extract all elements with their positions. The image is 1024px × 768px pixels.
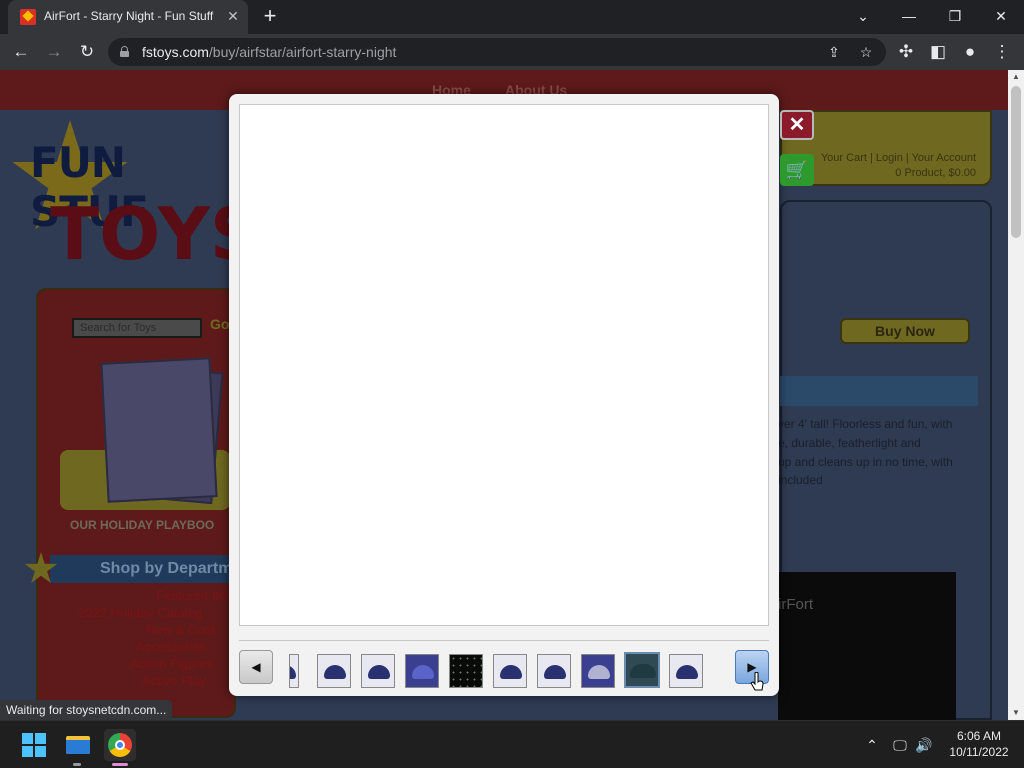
tab-close-button[interactable]: ✕ [224, 7, 242, 25]
mouse-cursor-icon [750, 672, 764, 691]
tab-search-icon[interactable]: ⌄ [846, 4, 880, 28]
cart-count: 0 Product, $0.00 [895, 167, 976, 179]
address-bar[interactable]: fstoys.com/buy/airfstar/airfort-starry-n… [108, 38, 886, 66]
lightbox-close-button[interactable]: ✕ [780, 110, 814, 140]
url-host: fstoys.com [142, 44, 209, 60]
loading-status: Waiting for stoysnetcdn.com... [0, 700, 173, 720]
volume-icon[interactable]: 🔊 [914, 735, 934, 755]
lightbox-prev-button[interactable]: ◀ [239, 650, 273, 684]
url-text[interactable]: fstoys.com/buy/airfstar/airfort-starry-n… [142, 44, 396, 60]
scroll-up-icon[interactable]: ▲ [1008, 70, 1024, 84]
minimize-button[interactable]: — [892, 4, 926, 28]
reload-button[interactable]: ↻ [75, 40, 99, 64]
window-close-button[interactable]: ✕ [984, 4, 1018, 28]
share-icon[interactable]: ⇪ [824, 42, 844, 62]
thumbnail[interactable] [361, 654, 395, 688]
profile-icon[interactable]: ● [958, 40, 982, 64]
page-scrollbar[interactable]: ▲ ▼ [1008, 70, 1024, 720]
file-explorer-icon[interactable] [62, 729, 94, 761]
chrome-icon[interactable] [104, 729, 136, 761]
thumbnail[interactable] [405, 654, 439, 688]
thumbnail[interactable] [449, 654, 483, 688]
site-search-input[interactable]: Search for Toys [72, 318, 202, 338]
browser-toolbar: ← → ↻ fstoys.com/buy/airfstar/airfort-st… [0, 34, 1024, 70]
lightbox-divider [239, 640, 769, 641]
thumbnail[interactable] [669, 654, 703, 688]
description-line: up and cleans up in no time, with [778, 455, 953, 469]
tray-overflow-icon[interactable]: ⌃ [862, 735, 882, 755]
lock-icon[interactable] [120, 46, 129, 57]
thumbnail-strip [289, 652, 729, 688]
cart-icon[interactable]: 🛒 [780, 154, 814, 186]
product-tab-bar [780, 376, 978, 406]
explorer-running-indicator [73, 763, 81, 766]
buy-now-button[interactable]: Buy Now [840, 318, 970, 344]
scroll-down-icon[interactable]: ▼ [1008, 706, 1024, 720]
dept-item[interactable]: Accessories [136, 639, 206, 654]
description-line: e, durable, featherlight and [778, 436, 921, 450]
forward-button[interactable]: → [42, 40, 66, 64]
network-icon[interactable]: 🖵 [890, 735, 910, 755]
dept-heading: Shop by Departm [100, 560, 233, 577]
thumbnail[interactable] [317, 654, 351, 688]
site-favicon-icon [20, 9, 36, 25]
scroll-thumb[interactable] [1011, 86, 1021, 238]
dept-item[interactable]: Action Figures [130, 656, 213, 671]
side-panel: Search for Toys Go OUR HOLIDAY PLAYBOO S… [24, 288, 250, 718]
description-line: ver 4' tall! Floorless and fun, with [778, 417, 953, 431]
description-line: included [778, 473, 823, 487]
tab-title: AirFort - Starry Night - Fun Stuff [44, 9, 214, 23]
playbook-image[interactable] [100, 357, 218, 503]
windows-start-icon[interactable] [18, 729, 50, 761]
dept-item[interactable]: New & Cool [146, 622, 215, 637]
site-logo[interactable]: FUN STUF TOYS [10, 110, 262, 280]
taskbar: ⌃ 🖵 🔊 6:06 AM 10/11/2022 [0, 720, 1024, 768]
thumbnail[interactable] [289, 654, 299, 688]
page-viewport: Home About Us FUN STUF TOYS Search for T… [0, 70, 1008, 720]
dept-item[interactable]: Active Play [142, 673, 206, 688]
lightbox-image-area[interactable] [239, 104, 769, 626]
dept-item[interactable]: 2022 Holiday Catalog [78, 605, 202, 620]
bookmark-star-icon[interactable]: ☆ [856, 42, 876, 62]
account-links[interactable]: Your Cart | Login | Your Account [821, 152, 976, 164]
extensions-icon[interactable]: ✣ [894, 40, 918, 64]
thumbnail[interactable] [581, 654, 615, 688]
new-tab-button[interactable]: + [258, 4, 282, 28]
site-search-go-button[interactable]: Go [210, 316, 229, 332]
url-path: /buy/airfstar/airfort-starry-night [208, 44, 397, 60]
thumbnail[interactable] [537, 654, 571, 688]
taskbar-clock[interactable]: 6:06 AM 10/11/2022 [944, 728, 1014, 760]
side-panel-icon[interactable]: ◧ [926, 40, 950, 64]
product-video[interactable] [778, 572, 956, 720]
playbook-caption[interactable]: OUR HOLIDAY PLAYBOO [70, 518, 214, 532]
back-button[interactable]: ← [9, 40, 33, 64]
browser-tab-active[interactable]: AirFort - Starry Night - Fun Stuff ✕ [8, 0, 248, 34]
tab-strip: AirFort - Starry Night - Fun Stuff ✕ + ⌄… [0, 0, 1024, 34]
chrome-active-indicator [112, 763, 128, 766]
image-lightbox: ◀ ▶ [229, 94, 779, 696]
video-title: irFort [778, 596, 813, 613]
clock-date: 10/11/2022 [949, 745, 1009, 759]
menu-icon[interactable]: ⋮ [990, 40, 1014, 64]
thumbnail[interactable] [493, 654, 527, 688]
restore-button[interactable]: ❐ [938, 4, 972, 28]
thumbnail-active[interactable] [624, 652, 660, 688]
clock-time: 6:06 AM [956, 729, 1002, 743]
